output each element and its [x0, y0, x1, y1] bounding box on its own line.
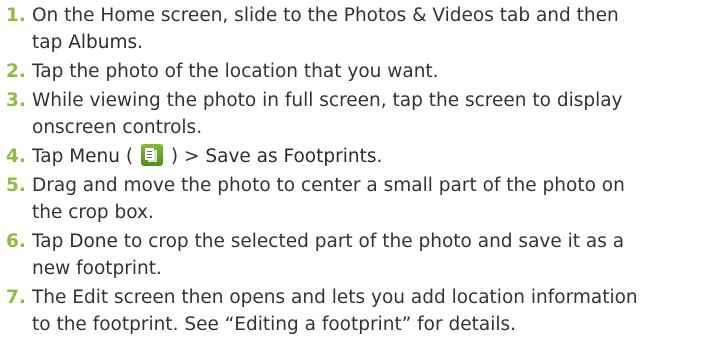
step-text-segment: ) >: [164, 146, 206, 167]
step-number: 7.: [6, 287, 26, 308]
ui-term: Menu: [69, 146, 120, 167]
step-text-line: On the Home screen, slide to the Photos …: [32, 2, 722, 29]
step-text-segment: Tap: [32, 146, 70, 167]
step-text-segment: Tap: [32, 231, 70, 252]
step-text: Drag and move the photo to center a smal…: [32, 172, 722, 226]
step-number: 3.: [6, 90, 26, 111]
step-text-segment: .: [376, 146, 383, 167]
step-text-line: The Edit screen then opens and lets you …: [32, 284, 722, 311]
step-number: 5.: [6, 175, 26, 196]
step-text: Tap the photo of the location that you w…: [32, 58, 722, 85]
step-text-line: onscreen controls.: [32, 114, 722, 141]
step-text-segment: onscreen controls.: [32, 117, 203, 138]
step-text-segment: tap: [32, 32, 69, 53]
step-text-segment: (: [120, 146, 139, 167]
step-text-line: While viewing the photo in full screen, …: [32, 87, 722, 114]
instruction-steps: 1. On the Home screen, slide to the Photo…: [0, 0, 724, 353]
step-number: 2.: [6, 61, 26, 82]
step-text-segment: Drag and move the photo to center a smal…: [32, 175, 625, 196]
step-text-segment: On the Home screen, slide to the Photos …: [32, 5, 619, 26]
step-text: Tap Done to crop the selected part of th…: [32, 228, 722, 282]
step-text-segment: new footprint.: [32, 258, 162, 279]
step-text-segment: The Edit screen then opens and lets you …: [32, 287, 638, 308]
step-text: While viewing the photo in full screen, …: [32, 87, 722, 141]
step-number: 1.: [6, 5, 26, 26]
step-text-line: Tap the photo of the location that you w…: [32, 58, 722, 85]
step-text: Tap Menu ( ) > Save as Footprints.: [32, 143, 722, 170]
step-text-segment: While viewing the photo in full screen, …: [32, 90, 623, 111]
step-text: The Edit screen then opens and lets you …: [32, 284, 722, 338]
step-text-line: to the footprint. See “Editing a footpri…: [32, 311, 722, 338]
step-text-segment: to crop the selected part of the photo a…: [117, 231, 625, 252]
menu-icon: [140, 144, 163, 166]
step-text-line: Tap Menu ( ) > Save as Footprints.: [32, 143, 722, 170]
step-text-segment: the crop box.: [32, 202, 154, 223]
step-number: 6.: [6, 231, 26, 252]
ui-term: Save as Footprints: [205, 146, 377, 167]
ui-term: Albums: [68, 32, 138, 53]
step-text-line: new footprint.: [32, 255, 722, 282]
step-text-line: the crop box.: [32, 199, 722, 226]
ui-term: Done: [69, 231, 118, 252]
step-text-segment: to the footprint. See “Editing a footpri…: [32, 314, 516, 335]
step-text-segment: .: [137, 32, 144, 53]
step-text: On the Home screen, slide to the Photos …: [32, 2, 722, 56]
step-number: 4.: [6, 146, 26, 167]
step-text-segment: Tap the photo of the location that you w…: [32, 61, 439, 82]
step-text-line: Tap Done to crop the selected part of th…: [32, 228, 722, 255]
step-text-line: tap Albums.: [32, 29, 722, 56]
step-text-line: Drag and move the photo to center a smal…: [32, 172, 722, 199]
